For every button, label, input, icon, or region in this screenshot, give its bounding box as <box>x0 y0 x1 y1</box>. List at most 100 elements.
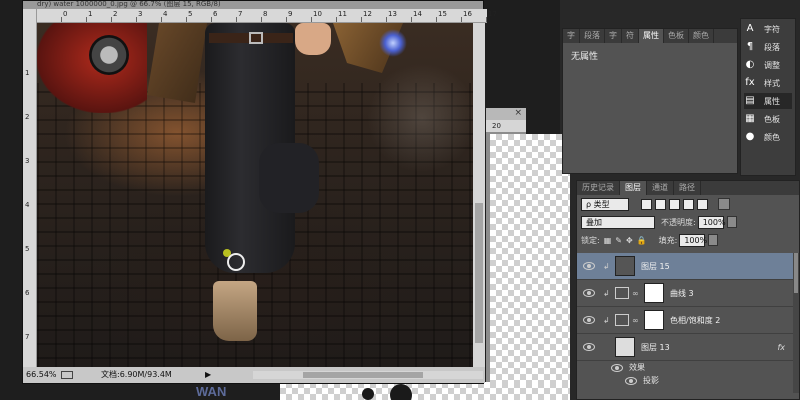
layer-name[interactable]: 图层 15 <box>641 261 670 272</box>
horizontal-scroll-thumb[interactable] <box>303 372 423 378</box>
layer-fx-badge[interactable]: fx <box>777 343 785 352</box>
ruler-tick-label: 6 <box>25 289 30 297</box>
visibility-eye-icon[interactable] <box>583 316 595 324</box>
opacity-input[interactable]: 100% <box>697 215 726 229</box>
layer-row[interactable]: ↲ ∞ 色相/饱和度 2 <box>577 307 799 334</box>
layers-tab[interactable]: 图层 <box>620 181 647 195</box>
ruler-tick-mark <box>461 17 462 22</box>
ruler-horizontal[interactable]: 0 1 2 3 4 5 6 7 8 9 10 11 12 13 14 15 16 17 <box>37 9 497 23</box>
properties-tab[interactable]: 字 <box>605 29 622 43</box>
layer-row[interactable]: ↲ ∞ 曲线 3 <box>577 280 799 307</box>
properties-tab[interactable]: 段落 <box>580 29 605 43</box>
layers-scrollbar[interactable] <box>793 253 799 393</box>
ruler-tick-label: 7 <box>25 333 30 341</box>
ruler-tick-mark <box>486 17 487 22</box>
side-panel-item[interactable]: ¶ 段落 <box>744 39 792 55</box>
properties-tab[interactable]: 属性 <box>639 29 664 43</box>
blend-mode-select[interactable]: 叠加 <box>581 215 655 229</box>
filter-pixel-icon[interactable] <box>641 198 652 210</box>
layers-scroll-thumb[interactable] <box>794 253 798 293</box>
side-panel-label: 字符 <box>764 24 780 34</box>
filter-toggle[interactable] <box>718 198 730 210</box>
side-panel-item[interactable]: ● 颜色 <box>744 129 792 145</box>
opacity-dropdown-icon[interactable] <box>726 216 737 228</box>
vertical-scroll-thumb[interactable] <box>475 203 483 343</box>
lock-all-icon[interactable]: 🔒 <box>637 236 647 245</box>
ruler-vertical[interactable]: 1 2 3 4 5 6 7 <box>23 9 37 367</box>
document-title[interactable]: dry) water 1000000_0.jpg @ 66.7% (图层 15,… <box>23 1 483 9</box>
fill-input[interactable]: 100% <box>679 233 707 247</box>
lock-transparent-icon[interactable]: ▦ <box>604 236 612 245</box>
effect-item-row[interactable]: 投影 <box>577 374 799 387</box>
horizontal-scrollbar[interactable] <box>253 371 483 379</box>
image-canvas[interactable] <box>37 23 473 367</box>
layer-filter-select[interactable]: ρ 类型 <box>581 197 629 211</box>
layer-thumbnail[interactable] <box>615 337 635 357</box>
link-chain-icon[interactable]: ∞ <box>632 289 640 298</box>
side-panel-item[interactable]: ▤ 属性 <box>744 93 792 109</box>
link-chain-icon[interactable]: ∞ <box>632 316 640 325</box>
side-panel-icon: ● <box>745 131 755 142</box>
side-panel-item[interactable]: A 字符 <box>744 21 792 37</box>
visibility-eye-icon[interactable] <box>583 289 595 297</box>
background-document-titlebar[interactable]: × <box>486 108 526 120</box>
ruler-tick-label: 5 <box>25 245 30 253</box>
layer-mask-thumbnail[interactable] <box>644 310 664 330</box>
visibility-eye-icon[interactable] <box>583 262 595 270</box>
lock-paint-icon[interactable]: ✎ <box>615 236 622 245</box>
filter-adjust-icon[interactable] <box>655 198 666 210</box>
effects-row[interactable]: 效果 <box>577 361 799 374</box>
properties-tab[interactable]: 字 <box>563 29 580 43</box>
side-panel-icon: A <box>746 23 754 34</box>
layer-name[interactable]: 图层 13 <box>641 342 670 353</box>
ruler-tick-mark <box>111 17 112 22</box>
ruler-tick-mark <box>386 17 387 22</box>
vertical-scrollbar[interactable] <box>473 23 485 367</box>
properties-tab[interactable]: 符 <box>622 29 639 43</box>
document-window[interactable]: dry) water 1000000_0.jpg @ 66.7% (图层 15,… <box>22 0 497 384</box>
layer-row[interactable]: 图层 13 fx <box>577 334 799 361</box>
layers-tab[interactable]: 通道 <box>647 181 674 195</box>
layer-name[interactable]: 曲线 3 <box>670 288 694 299</box>
layers-tab[interactable]: 历史记录 <box>577 181 620 195</box>
lock-move-icon[interactable]: ✥ <box>626 236 633 245</box>
side-panel-item[interactable]: fx 样式 <box>744 75 792 91</box>
layer-row[interactable]: ↲ 图层 15 <box>577 253 799 280</box>
clip-arrow-icon: ↲ <box>603 261 610 271</box>
side-panel-label: 颜色 <box>764 132 780 142</box>
status-toggle-icon[interactable] <box>61 371 73 379</box>
zoom-level[interactable]: 66.54% <box>26 367 57 383</box>
car-wheel <box>89 35 129 75</box>
filter-smart-icon[interactable] <box>697 198 708 210</box>
close-icon[interactable]: × <box>514 108 522 118</box>
ruler-tick-label: 1 <box>88 10 93 18</box>
side-panel-item[interactable]: ▦ 色板 <box>744 111 792 127</box>
side-panel-icon: ▤ <box>745 95 755 106</box>
visibility-eye-icon[interactable] <box>583 343 595 351</box>
filter-type-icon[interactable] <box>669 198 680 210</box>
ruler-tick-label: 3 <box>25 157 30 165</box>
layers-tab[interactable]: 路径 <box>674 181 701 195</box>
ruler-tick-label: 16 <box>463 10 472 18</box>
filter-shape-icon[interactable] <box>683 198 694 210</box>
properties-tab[interactable]: 色板 <box>664 29 689 43</box>
ruler-tick-label: 4 <box>163 10 168 18</box>
red-car <box>37 23 147 113</box>
side-panel-item[interactable]: ◐ 调整 <box>744 57 792 73</box>
ruler-tick-label: 7 <box>238 10 243 18</box>
properties-panel: 字段落字符属性 色板 颜色 无属性 <box>562 28 738 174</box>
effects-visibility-eye-icon[interactable] <box>611 363 623 372</box>
properties-tab[interactable]: 颜色 <box>689 29 714 43</box>
drop-shadow-visibility-eye-icon[interactable] <box>625 376 637 385</box>
status-menu-arrow-icon[interactable]: ▶ <box>205 367 211 383</box>
layer-name[interactable]: 色相/饱和度 2 <box>670 315 720 326</box>
fill-dropdown-icon[interactable] <box>708 234 719 246</box>
hue-saturation-adjustment-icon[interactable] <box>615 314 629 326</box>
layer-list: ↲ 图层 15 ↲ ∞ 曲线 3 ↲ ∞ 色相/饱和度 2 图层 13 fx 效… <box>577 253 799 387</box>
ruler-tick-mark <box>261 17 262 22</box>
curves-adjustment-icon[interactable] <box>615 287 629 299</box>
layer-thumbnail[interactable] <box>615 256 635 276</box>
layer-mask-thumbnail[interactable] <box>644 283 664 303</box>
opacity-label: 不透明度: <box>661 217 696 227</box>
ruler-tick-mark <box>186 17 187 22</box>
